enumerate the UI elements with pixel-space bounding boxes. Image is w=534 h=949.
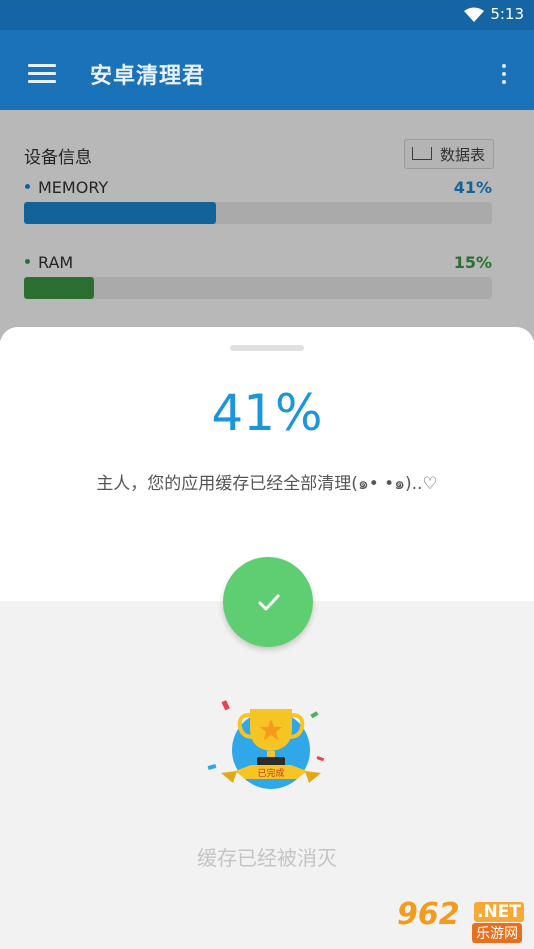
checkmark-icon [258, 594, 280, 611]
app-title: 安卓清理君 [90, 64, 206, 89]
done-text: 缓存已经被消灭 [197, 846, 337, 870]
status-bar [0, 0, 534, 30]
more-options-icon[interactable] [498, 64, 510, 86]
app-toolbar [0, 30, 534, 110]
trophy-ribbon-text: 已完成 [257, 767, 284, 779]
wifi-icon [464, 7, 484, 22]
trophy-icon: 已完成 [207, 700, 325, 789]
sheet-drag-handle[interactable] [230, 345, 304, 351]
cleaned-percent: 41% [211, 384, 323, 442]
watermark-logo: 962 [397, 897, 460, 932]
watermark-net: .NET [474, 902, 524, 922]
status-time: 5:13 [490, 5, 524, 23]
success-check-button[interactable] [223, 557, 313, 647]
result-message: 主人，您的应用缓存已经全部清理(๑• •๑)..♡ [96, 474, 438, 494]
dim-overlay [0, 110, 534, 340]
hamburger-menu-icon[interactable] [28, 64, 56, 84]
watermark-sub: 乐游网 [472, 923, 522, 943]
